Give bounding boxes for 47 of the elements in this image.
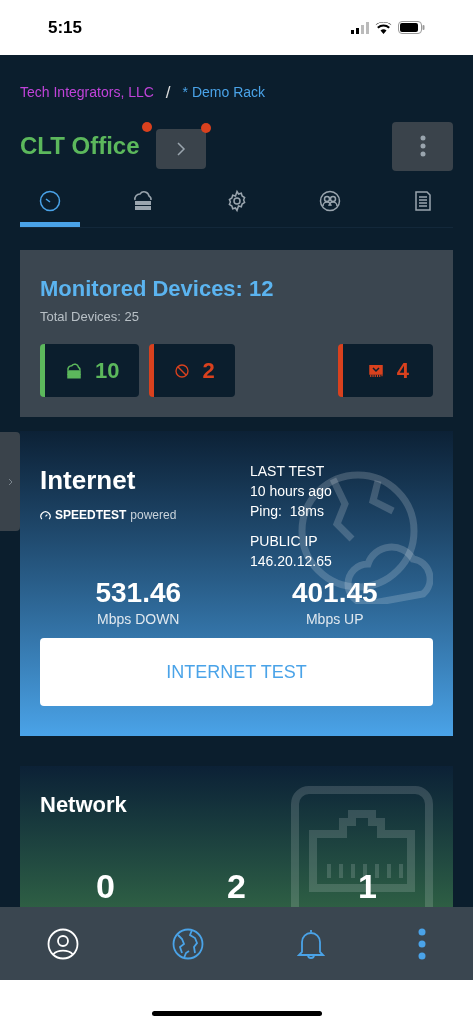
device-count: 10 — [95, 357, 120, 385]
device-count-chip[interactable]: 2 — [149, 344, 235, 397]
download-label: Mbps DOWN — [97, 610, 180, 629]
network-count: 1 — [358, 866, 377, 907]
drawer-handle[interactable] — [0, 432, 20, 531]
network-count: 2 — [227, 866, 246, 907]
upload-label: Mbps UP — [305, 610, 364, 629]
internet-title: Internet — [40, 464, 137, 497]
total-devices: Total Devices: 25 — [40, 307, 140, 326]
site-title: CLT Office — [20, 132, 140, 159]
next-button[interactable] — [155, 129, 206, 169]
breadcrumb-separator: / — [164, 82, 172, 104]
bell-icon[interactable] — [297, 927, 326, 960]
device-count-chip[interactable]: 10 — [40, 344, 140, 397]
users-icon — [317, 189, 342, 213]
status-time: 5:15 — [48, 16, 83, 39]
menu-button[interactable] — [392, 121, 453, 171]
organization-link[interactable]: Tech Integrators, LLC — [20, 82, 154, 104]
ping-reading: Ping: 18ms — [250, 502, 325, 521]
chevron-right-icon — [175, 141, 186, 157]
speedometer-icon — [40, 509, 51, 521]
network-title: Network — [40, 791, 128, 819]
device-count: 4 — [396, 357, 409, 385]
more-icon[interactable] — [418, 927, 427, 960]
site-link[interactable]: * Demo Rack — [182, 82, 266, 104]
last-test-time: 10 hours ago — [250, 482, 332, 501]
battery-icon — [398, 21, 425, 34]
wifi-icon — [375, 21, 392, 34]
public-ip: 146.20.12.65 — [250, 552, 332, 571]
blocked-icon — [174, 362, 191, 379]
device-count: 2 — [202, 357, 215, 385]
network-count: 0 — [96, 866, 115, 907]
monitored-title: Monitored Devices: 12 — [40, 274, 275, 303]
gauge-icon — [38, 189, 62, 213]
profile-icon[interactable] — [46, 927, 79, 960]
more-icon — [419, 135, 426, 157]
speedtest-logo: SPEEDTEST — [55, 507, 127, 524]
signal-icon — [351, 21, 369, 34]
last-test-label: LAST TEST — [250, 462, 326, 481]
globe-icon[interactable] — [171, 927, 204, 960]
upload-speed: 401.45 — [291, 577, 378, 609]
chevron-right-icon — [7, 477, 13, 486]
internet-test-button[interactable]: INTERNET TEST — [40, 638, 433, 706]
download-speed: 531.46 — [95, 577, 182, 609]
public-ip-label: PUBLIC IP — [250, 532, 319, 551]
speedtest-powered: powered — [130, 507, 177, 524]
device-count-chip[interactable]: 4 — [337, 344, 433, 397]
